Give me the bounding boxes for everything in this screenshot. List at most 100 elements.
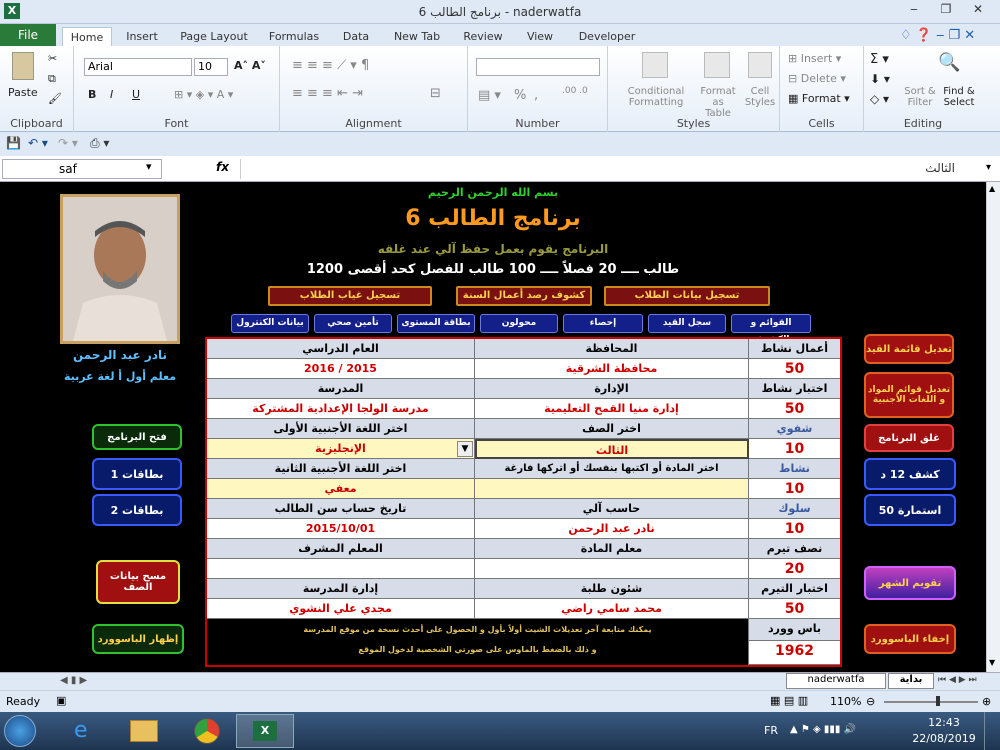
clear-class-button[interactable]: مسح بيانات الصف [96, 560, 180, 604]
scroll-down-icon[interactable]: ▼ [989, 658, 995, 667]
border-icon[interactable]: ⊞ ▾ ◈ ▾ A ▾ [174, 88, 233, 101]
minimize-button[interactable]: ‒ [900, 2, 928, 20]
grade-value[interactable]: الثالث [475, 439, 749, 459]
close-button[interactable]: ✕ [964, 2, 992, 20]
paste-button[interactable]: Paste [8, 86, 38, 99]
level-card-button[interactable]: بطاقة المستوى [397, 314, 475, 333]
format-painter-icon[interactable]: 🖌 [48, 92, 62, 105]
decimal-icon[interactable]: .00 .0 [562, 86, 588, 96]
explorer-icon[interactable] [130, 720, 158, 742]
lang2-value[interactable]: معفي [207, 479, 475, 499]
term-test-value[interactable]: 50 [749, 599, 840, 619]
find-icon[interactable]: 🔍 [938, 52, 960, 73]
zoom-out-icon[interactable]: ⊖ [866, 695, 875, 708]
vertical-scrollbar[interactable]: ▲ ▼ [986, 182, 1000, 672]
cell-styles-button[interactable]: Cell Styles [740, 86, 780, 108]
hide-password-button[interactable]: إخفاء الباسوورد [864, 624, 956, 654]
tab-review[interactable]: Review [458, 27, 508, 46]
lists-button[interactable]: القوائم و الكشوف [731, 314, 811, 345]
tab-new-tab[interactable]: New Tab [386, 27, 448, 46]
fx-icon[interactable]: fx [216, 160, 229, 174]
macro-record-icon[interactable]: ▣ [56, 694, 66, 707]
behavior-value[interactable]: 10 [749, 519, 840, 539]
sheet12-button[interactable]: كشف 12 د [864, 458, 956, 490]
align-top-icon[interactable]: ≡ ≡ ≡ ⟋ ▾ ¶ [292, 58, 369, 73]
font-size-combo[interactable]: 10 [194, 58, 228, 76]
show-password-button[interactable]: إظهار الباسوورد [92, 624, 184, 654]
insert-cells-button[interactable]: ⊞ Insert ▾ [788, 52, 841, 65]
form50-button[interactable]: استمارة 50 [864, 494, 956, 526]
language-indicator[interactable]: FR [764, 724, 778, 737]
teacher-photo[interactable] [60, 194, 180, 344]
sort-filter-button[interactable]: Sort & Filter [900, 86, 940, 108]
tab-page-layout[interactable]: Page Layout [176, 27, 252, 46]
excel-task-button[interactable]: X [236, 714, 294, 748]
undo-icon[interactable]: ↶ ▾ [28, 136, 48, 150]
restore-button[interactable]: ❐ [932, 2, 960, 20]
lang1-value[interactable]: الإنجليزية [207, 439, 475, 459]
year-value[interactable]: 2016 / 2015 [207, 359, 475, 379]
clock-date[interactable]: 22/08/2019 [910, 732, 978, 745]
cell-styles-icon[interactable] [748, 52, 772, 78]
edit-subjects-button[interactable]: تعديل قوائم المواد و اللغات الأجنبية [864, 372, 954, 418]
tab-home[interactable]: Home [62, 27, 112, 46]
calendar-button[interactable]: تقويم الشهر [864, 566, 956, 600]
grow-font-icon[interactable]: A˄ A˅ [234, 59, 266, 72]
school-value[interactable]: مدرسة الولجا الإعدادية المشتركة [207, 399, 475, 419]
delete-cells-button[interactable]: ⊟ Delete ▾ [788, 72, 846, 85]
clear-icon[interactable]: ◇ ▾ [870, 92, 889, 106]
management-value[interactable]: مجدي علي النشوي [207, 599, 475, 619]
percent-button[interactable]: % [514, 88, 526, 103]
activity-work-value[interactable]: 50 [749, 359, 840, 379]
show-desktop-button[interactable] [984, 712, 1000, 750]
cut-icon[interactable]: ✂ [48, 52, 57, 65]
subject-pick-value[interactable] [475, 479, 749, 499]
bold-button[interactable]: B [88, 88, 96, 101]
transferred-button[interactable]: محولون [480, 314, 558, 333]
supervisor-value[interactable] [207, 559, 475, 579]
help-icon[interactable]: ♢ ❓ ‒ ❐ ✕ [900, 28, 975, 43]
scroll-up-icon[interactable]: ▲ [989, 184, 995, 193]
conditional-formatting-icon[interactable] [642, 52, 668, 78]
start-button[interactable] [4, 715, 36, 747]
computer-value[interactable]: نادر عبد الرحمن [475, 519, 749, 539]
affairs-value[interactable]: محمد سامي راضي [475, 599, 749, 619]
format-as-table-button[interactable]: Format as Table [698, 86, 738, 119]
autosum-icon[interactable]: Σ ▾ [870, 52, 889, 67]
comma-button[interactable]: , [534, 88, 538, 103]
tab-nav-icon[interactable]: ⏮ ◀ ▶ ⏭ [938, 675, 977, 685]
register-log-button[interactable]: سجل القيد [648, 314, 726, 333]
currency-icon[interactable]: ▤ ▾ [478, 88, 501, 103]
tab-developer[interactable]: Developer [572, 27, 642, 46]
italic-button[interactable]: I [110, 88, 113, 101]
view-normal-icon[interactable]: ▦ ▤ ▥ [770, 694, 808, 707]
cards2-button[interactable]: بطاقات 2 [92, 494, 182, 526]
paste-icon[interactable] [12, 52, 34, 80]
close-program-button[interactable]: غلق البرنامج [864, 424, 954, 452]
save-icon[interactable]: 💾 [6, 136, 21, 150]
underline-button[interactable]: U [132, 88, 140, 101]
statistics-button[interactable]: إحصاء [563, 314, 643, 333]
admin-value[interactable]: إدارة منيا القمح التعليمية [475, 399, 749, 419]
clock-time[interactable]: 12:43 [914, 716, 974, 729]
print-preview-icon[interactable]: ⎙ ▾ [90, 136, 109, 151]
fill-icon[interactable]: ⬇ ▾ [870, 72, 890, 86]
midterm-value[interactable]: 20 [749, 559, 840, 579]
format-cells-button[interactable]: ▦ Format ▾ [788, 92, 850, 105]
activity-value[interactable]: 10 [749, 479, 840, 499]
control-data-button[interactable]: بيانات الكنترول [231, 314, 309, 333]
health-insurance-button[interactable]: تأمين صحي [314, 314, 392, 333]
conditional-formatting-button[interactable]: Conditional Formatting [618, 86, 694, 108]
font-name-combo[interactable]: Arial [84, 58, 192, 76]
activity-test-value[interactable]: 50 [749, 399, 840, 419]
grades-sheets-button[interactable]: كشوف رصد أعمال السنة [456, 286, 592, 306]
gov-value[interactable]: محافظة الشرقية [475, 359, 749, 379]
zoom-in-icon[interactable]: ⊕ [982, 695, 991, 708]
tab-formulas[interactable]: Formulas [262, 27, 326, 46]
merge-icon[interactable]: ⊟ [430, 86, 441, 101]
edit-register-button[interactable]: تعديل قائمة القيد [864, 334, 954, 364]
copy-icon[interactable]: ⧉ [48, 72, 56, 86]
format-table-icon[interactable] [704, 52, 730, 78]
align-left-icon[interactable]: ≡ ≡ ≡ ⇤ ⇥ [292, 86, 363, 101]
sheet-tab-start[interactable]: بداية [888, 673, 934, 689]
